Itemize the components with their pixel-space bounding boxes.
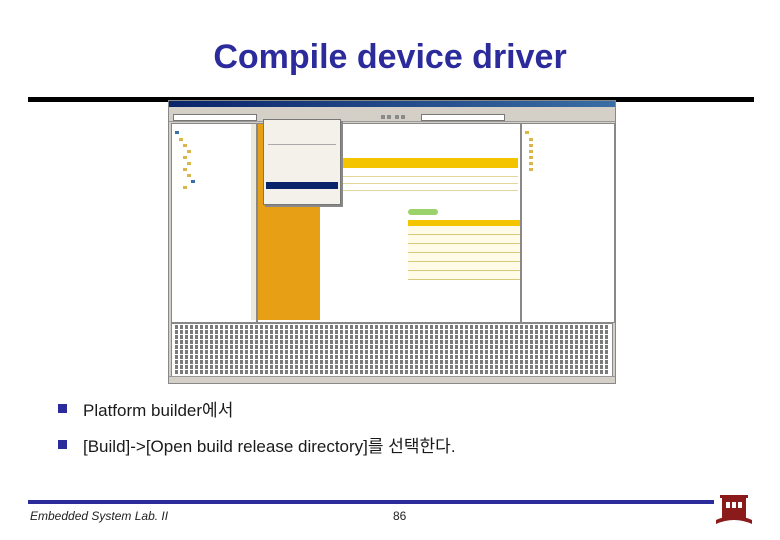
catalog-root bbox=[525, 130, 531, 135]
tree-folder bbox=[183, 185, 189, 190]
configuration-combo bbox=[173, 114, 257, 121]
page-number: 86 bbox=[393, 509, 407, 523]
menu-item bbox=[272, 137, 338, 142]
tree-folder bbox=[187, 161, 193, 166]
university-logo-icon bbox=[716, 495, 752, 524]
target-combo bbox=[421, 114, 505, 121]
menu-item bbox=[272, 147, 338, 152]
catalog-folder bbox=[529, 155, 535, 160]
news-row bbox=[338, 170, 518, 177]
news-row bbox=[338, 184, 518, 191]
catalog-folder bbox=[529, 137, 535, 142]
tree-folder bbox=[187, 149, 193, 154]
platform-builder-logo bbox=[408, 209, 438, 215]
news-header bbox=[338, 158, 518, 168]
bullet-square-icon bbox=[58, 403, 67, 413]
bullet-list: Platform builder에서 [Build]->[Open build … bbox=[58, 390, 456, 462]
footer-divider bbox=[28, 500, 714, 504]
build-menu bbox=[263, 119, 341, 205]
bullet-square-icon bbox=[58, 439, 67, 449]
catalog-folder bbox=[529, 161, 535, 166]
menu-item bbox=[272, 161, 338, 166]
bullet-item: [Build]->[Open build release directory]를… bbox=[58, 426, 456, 462]
menu-item bbox=[272, 154, 338, 159]
output-window bbox=[171, 323, 613, 377]
bullet-text: Platform builder에서 bbox=[83, 400, 234, 420]
catalog-folder bbox=[529, 149, 535, 154]
build-icon bbox=[381, 115, 385, 119]
footer-text: Embedded System Lab. II bbox=[30, 509, 169, 523]
tree-folder bbox=[187, 173, 193, 178]
menu-item bbox=[272, 130, 338, 135]
compile-icon bbox=[395, 115, 399, 119]
menu-item bbox=[272, 191, 338, 196]
status-bar bbox=[169, 376, 615, 383]
workspace-scrollbar bbox=[251, 124, 256, 320]
bullet-text: [Build]->[Open build release directory]를… bbox=[83, 436, 456, 456]
catalog-folder bbox=[529, 143, 535, 148]
tree-folder bbox=[179, 137, 185, 142]
run-icon bbox=[401, 115, 405, 119]
menu-item bbox=[272, 168, 338, 173]
workspace-pane bbox=[171, 123, 257, 323]
tree-file bbox=[191, 179, 197, 184]
bullet-item: Platform builder에서 bbox=[58, 390, 456, 426]
news-row bbox=[338, 177, 518, 184]
find-icon bbox=[387, 115, 391, 119]
tree-folder bbox=[183, 167, 189, 172]
platform-builder-screenshot bbox=[168, 100, 616, 384]
open-build-release-directory-item bbox=[266, 182, 338, 189]
slide-title: Compile device driver bbox=[213, 38, 567, 76]
catalog-folder bbox=[529, 167, 535, 172]
catalog-pane bbox=[521, 123, 615, 323]
menu-item bbox=[272, 175, 338, 180]
menu-item bbox=[272, 123, 338, 128]
workspace-root bbox=[175, 130, 181, 135]
tree-folder bbox=[183, 143, 189, 148]
recent-projects-table bbox=[408, 220, 520, 280]
menu-item bbox=[272, 197, 338, 202]
tree-folder bbox=[183, 155, 189, 160]
